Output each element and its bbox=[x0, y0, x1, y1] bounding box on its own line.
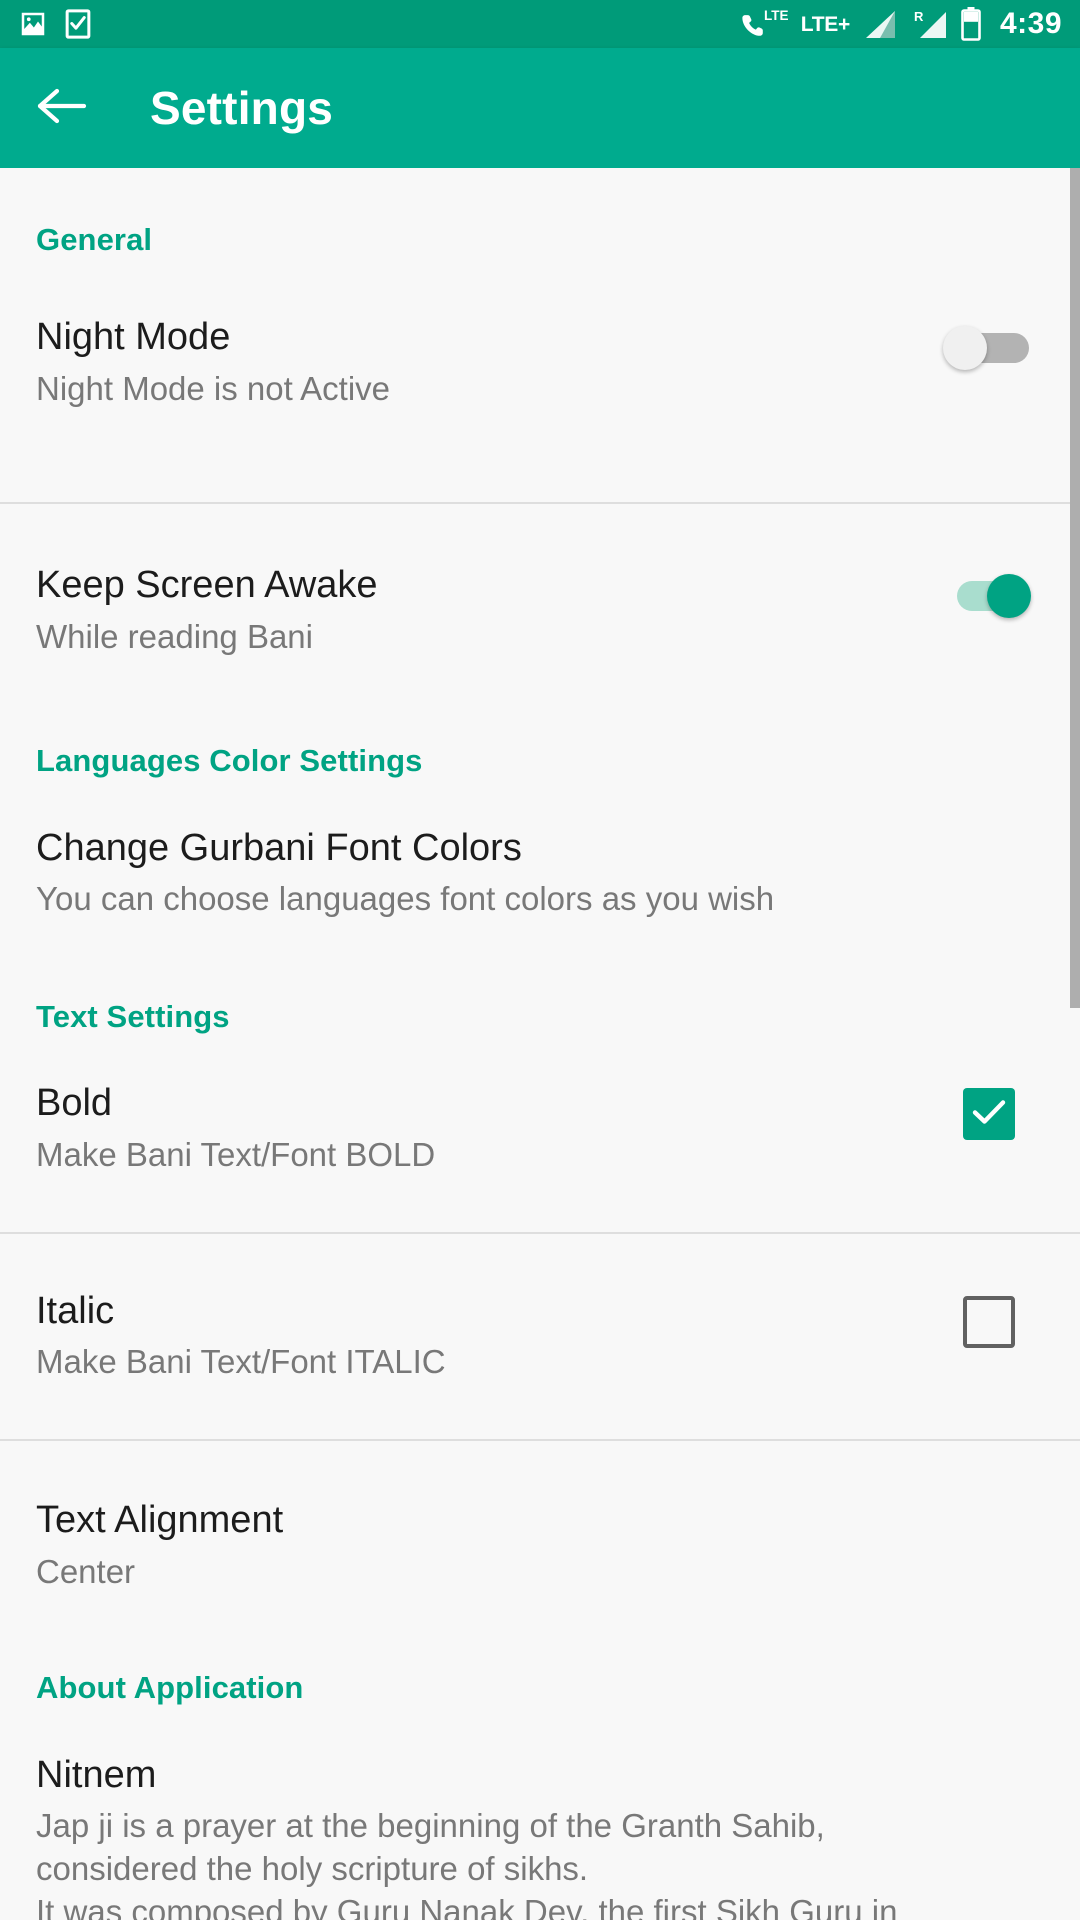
status-bar-clock: 4:39 bbox=[999, 7, 1062, 40]
pref-row-italic[interactable]: Italic Make Bani Text/Font ITALIC bbox=[0, 1290, 1080, 1384]
svg-text:R: R bbox=[914, 9, 924, 24]
switch-thumb bbox=[943, 326, 987, 370]
pref-row-nitnem[interactable]: Nitnem Jap ji is a prayer at the beginni… bbox=[0, 1754, 1080, 1920]
pref-title-change-gurbani-font-colors: Change Gurbani Font Colors bbox=[36, 826, 522, 869]
pref-row-bold[interactable]: Bold Make Bani Text/Font BOLD bbox=[0, 1082, 1080, 1176]
switch-night-mode[interactable] bbox=[943, 324, 1035, 372]
pref-summary-change-gurbani-font-colors: You can choose languages font colors as … bbox=[36, 880, 775, 918]
back-button[interactable] bbox=[36, 82, 88, 134]
status-bar-left-icons bbox=[18, 9, 92, 39]
section-header-about-application: About Application bbox=[36, 1669, 304, 1705]
pref-title-keep-screen-awake: Keep Screen Awake bbox=[36, 564, 378, 607]
scrollbar-thumb[interactable] bbox=[1070, 168, 1080, 1008]
checkbox-bold[interactable] bbox=[963, 1088, 1015, 1141]
section-header-text-settings: Text Settings bbox=[36, 999, 230, 1035]
pref-title-text-alignment: Text Alignment bbox=[36, 1499, 284, 1542]
lte-plus-icon: LTE+ bbox=[800, 12, 850, 36]
pref-title-nitnem: Nitnem bbox=[36, 1753, 157, 1796]
image-icon bbox=[18, 9, 48, 39]
pref-row-change-gurbani-font-colors[interactable]: Change Gurbani Font Colors You can choos… bbox=[0, 827, 1080, 921]
pref-title-italic: Italic bbox=[36, 1289, 115, 1332]
switch-thumb bbox=[987, 574, 1031, 619]
pref-summary-night-mode: Night Mode is not Active bbox=[36, 369, 391, 407]
signal-bars-icon bbox=[863, 8, 897, 40]
pref-row-night-mode[interactable]: Night Mode Night Mode is not Active bbox=[0, 311, 1080, 410]
roaming-signal-icon: R bbox=[910, 8, 948, 40]
settings-list: General Night Mode Night Mode is not Act… bbox=[0, 168, 1080, 1920]
pref-summary-keep-screen-awake: While reading Bani bbox=[36, 617, 313, 655]
app-bar: Settings bbox=[0, 48, 1080, 168]
volte-icon: LTE bbox=[740, 7, 788, 41]
pref-summary-nitnem: Jap ji is a prayer at the beginning of t… bbox=[36, 1807, 898, 1920]
pref-row-keep-screen-awake[interactable]: Keep Screen Awake While reading Bani bbox=[0, 564, 1080, 658]
pref-title-bold: Bold bbox=[36, 1082, 113, 1125]
pref-row-text-alignment[interactable]: Text Alignment Center bbox=[0, 1499, 1080, 1593]
pref-summary-text-alignment: Center bbox=[36, 1552, 136, 1590]
arrow-back-icon bbox=[37, 86, 87, 131]
page-title: Settings bbox=[150, 82, 334, 134]
status-bar-right-icons: LTE LTE+ R 4:39 bbox=[740, 7, 1062, 41]
section-header-languages-color-settings: Languages Color Settings bbox=[36, 742, 423, 778]
settings-screen: LTE LTE+ R 4:39 Settings General Night M… bbox=[0, 0, 1080, 1920]
svg-text:LTE: LTE bbox=[764, 8, 788, 23]
battery-icon bbox=[961, 7, 981, 41]
vertical-scrollbar[interactable] bbox=[1070, 168, 1080, 1920]
section-header-general: General bbox=[36, 222, 153, 257]
status-bar: LTE LTE+ R 4:39 bbox=[0, 0, 1080, 48]
pref-summary-bold: Make Bani Text/Font BOLD bbox=[36, 1135, 436, 1173]
check-icon bbox=[972, 1099, 1006, 1130]
pref-summary-italic: Make Bani Text/Font ITALIC bbox=[36, 1343, 446, 1381]
switch-keep-screen-awake[interactable] bbox=[943, 572, 1035, 620]
checkbox-note-icon bbox=[64, 9, 92, 39]
pref-title-night-mode: Night Mode bbox=[36, 316, 231, 358]
checkbox-italic[interactable] bbox=[963, 1295, 1015, 1348]
